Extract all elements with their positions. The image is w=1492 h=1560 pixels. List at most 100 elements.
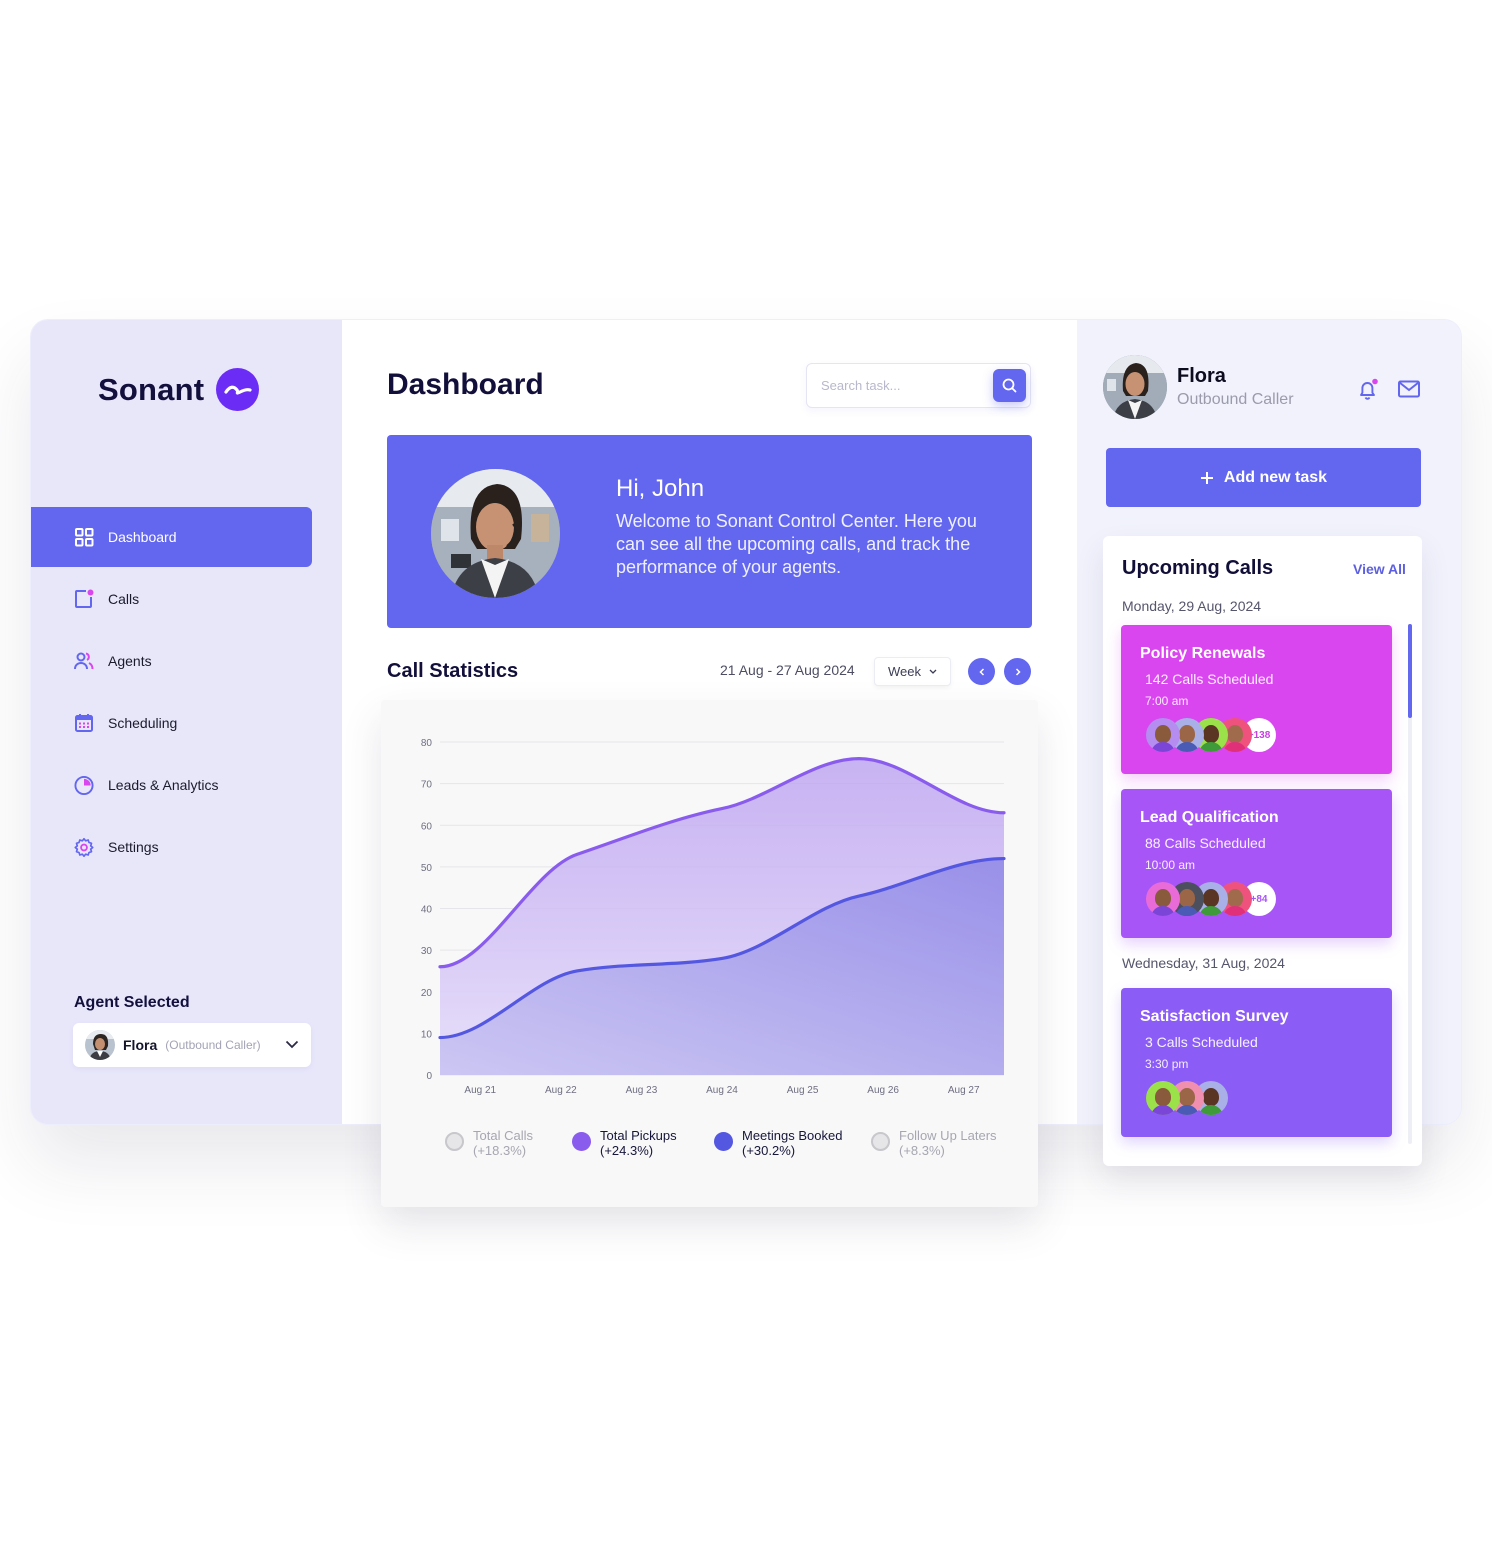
legend-change: (+30.2%) (742, 1143, 796, 1158)
legend-marker (871, 1132, 890, 1151)
legend-label: Meetings Booked (742, 1128, 843, 1143)
notifications-button[interactable] (1356, 378, 1380, 407)
agent-avatar-stack: +84 (1146, 882, 1373, 916)
upcoming-calls-card: Upcoming Calls View All Monday, 29 Aug, … (1103, 536, 1422, 1166)
y-tick-label: 20 (421, 988, 433, 999)
chevron-down-icon (285, 1036, 299, 1054)
agent-avatar (85, 1030, 115, 1060)
call-statistics-chart: 0 10 20 30 40 50 60 70 80 Aug 21 Aug 22 Aug 23 Aug 2… (381, 700, 1038, 1207)
grid-icon (74, 527, 94, 547)
y-tick-label: 30 (421, 946, 433, 957)
sidebar-nav: Dashboard Calls Agents Scheduling Leads … (31, 507, 312, 877)
agent-avatar (1146, 1081, 1180, 1115)
search-icon (1002, 378, 1017, 393)
agents-icon (74, 651, 94, 671)
agent-avatar (1146, 718, 1180, 752)
scrollbar-thumb[interactable] (1408, 624, 1412, 718)
call-group-date: Wednesday, 31 Aug, 2024 (1122, 955, 1285, 971)
x-tick-label: Aug 22 (545, 1085, 577, 1096)
legend-item[interactable]: Total Pickups (+24.3%) (572, 1128, 714, 1158)
next-period-button[interactable] (1004, 658, 1031, 685)
chevron-down-icon (929, 669, 937, 674)
legend-text: Total Pickups (+24.3%) (600, 1128, 677, 1158)
chevron-left-icon (978, 667, 984, 676)
user-avatar (1103, 355, 1167, 419)
agent-avatar-stack (1146, 1081, 1373, 1115)
y-tick-label: 60 (421, 821, 433, 832)
upcoming-call-card[interactable]: Satisfaction Survey 3 Calls Scheduled 3:… (1121, 988, 1392, 1137)
sidebar-item-scheduling[interactable]: Scheduling (31, 693, 312, 753)
upcoming-calls-title: Upcoming Calls (1122, 557, 1274, 579)
calendar-icon (74, 713, 94, 733)
agent-selected-label: Agent Selected (74, 994, 190, 1011)
john-avatar-photo (431, 469, 560, 598)
agent-select-dropdown[interactable]: Flora (Outbound Caller) (73, 1023, 311, 1067)
period-select[interactable]: Week (874, 657, 951, 686)
sidebar-item-label: Dashboard (108, 529, 177, 545)
add-task-label: Add new task (1223, 468, 1328, 486)
y-tick-label: 0 (426, 1071, 432, 1082)
calls-scheduled: 3 Calls Scheduled (1145, 1034, 1258, 1050)
area-chart: 0 10 20 30 40 50 60 70 80 Aug 21 Aug 22 Aug 23 Aug 2… (421, 738, 1006, 1096)
logo[interactable]: Sonant (98, 368, 260, 411)
legend-label: Total Calls (473, 1128, 533, 1143)
legend-text: Follow Up Laters (+8.3%) (899, 1128, 997, 1158)
page-title: Dashboard (387, 368, 544, 401)
x-tick-label: Aug 26 (867, 1085, 899, 1096)
user-role: Outbound Caller (1177, 391, 1294, 408)
view-all-link[interactable]: View All (1353, 561, 1406, 577)
chart-legend: Total Calls (+18.3%) Total Pickups (+24.3%)… (445, 1128, 1025, 1158)
previous-period-button[interactable] (968, 658, 995, 685)
agent-avatar (1146, 882, 1180, 916)
y-tick-label: 70 (421, 780, 433, 791)
sidebar-item-dashboard[interactable]: Dashboard (31, 507, 312, 567)
y-tick-label: 10 (421, 1029, 433, 1040)
chevron-right-icon (1015, 667, 1021, 676)
legend-marker (572, 1132, 591, 1151)
sidebar-item-settings[interactable]: Settings (31, 817, 312, 877)
calls-icon (74, 589, 94, 609)
legend-change: (+8.3%) (899, 1143, 945, 1158)
sidebar-item-leads-analytics[interactable]: Leads & Analytics (31, 755, 312, 815)
legend-text: Meetings Booked (+30.2%) (742, 1128, 842, 1158)
plus-icon (1200, 471, 1213, 484)
legend-text: Total Calls (+18.3%) (473, 1128, 533, 1158)
calls-scheduled: 88 Calls Scheduled (1145, 835, 1266, 851)
sidebar-item-calls[interactable]: Calls (31, 569, 312, 629)
call-title: Lead Qualification (1140, 809, 1279, 826)
search-input[interactable] (821, 378, 981, 393)
sidebar-item-agents[interactable]: Agents (31, 631, 312, 691)
user-profile[interactable]: Flora Outbound Caller (1103, 355, 1294, 419)
sidebar: Sonant Dashboard Calls Agents Scheduling… (31, 320, 342, 1124)
x-tick-label: Aug 27 (948, 1085, 980, 1096)
upcoming-call-card[interactable]: Policy Renewals 142 Calls Scheduled 7:00… (1121, 625, 1392, 774)
legend-item[interactable]: Follow Up Laters (+8.3%) (871, 1128, 1011, 1158)
legend-change: (+18.3%) (473, 1143, 527, 1158)
gear-icon (74, 837, 94, 857)
x-tick-label: Aug 23 (626, 1085, 658, 1096)
agent-name: Flora (123, 1037, 158, 1053)
x-tick-label: Aug 25 (787, 1085, 819, 1096)
add-new-task-button[interactable]: Add new task (1106, 448, 1421, 507)
calls-scheduled: 142 Calls Scheduled (1145, 671, 1274, 687)
messages-button[interactable] (1398, 380, 1420, 403)
search-button[interactable] (993, 369, 1026, 402)
call-statistics-title: Call Statistics (387, 660, 519, 682)
legend-item[interactable]: Meetings Booked (+30.2%) (714, 1128, 871, 1158)
period-value: Week (888, 664, 921, 679)
upcoming-call-card[interactable]: Lead Qualification 88 Calls Scheduled 10… (1121, 789, 1392, 938)
call-title: Satisfaction Survey (1140, 1008, 1289, 1025)
x-tick-label: Aug 21 (464, 1085, 496, 1096)
y-tick-label: 80 (421, 738, 433, 749)
legend-item[interactable]: Total Calls (+18.3%) (445, 1128, 572, 1158)
sidebar-item-label: Leads & Analytics (108, 777, 219, 793)
call-group-date: Monday, 29 Aug, 2024 (1122, 598, 1262, 614)
sidebar-item-label: Agents (108, 653, 152, 669)
agent-role: (Outbound Caller) (165, 1038, 261, 1052)
sonant-logo-icon (216, 368, 260, 411)
call-title: Policy Renewals (1140, 645, 1266, 662)
brand-name: Sonant (98, 371, 205, 407)
search-box (806, 363, 1031, 408)
legend-marker (445, 1132, 464, 1151)
pie-chart-icon (74, 775, 94, 795)
